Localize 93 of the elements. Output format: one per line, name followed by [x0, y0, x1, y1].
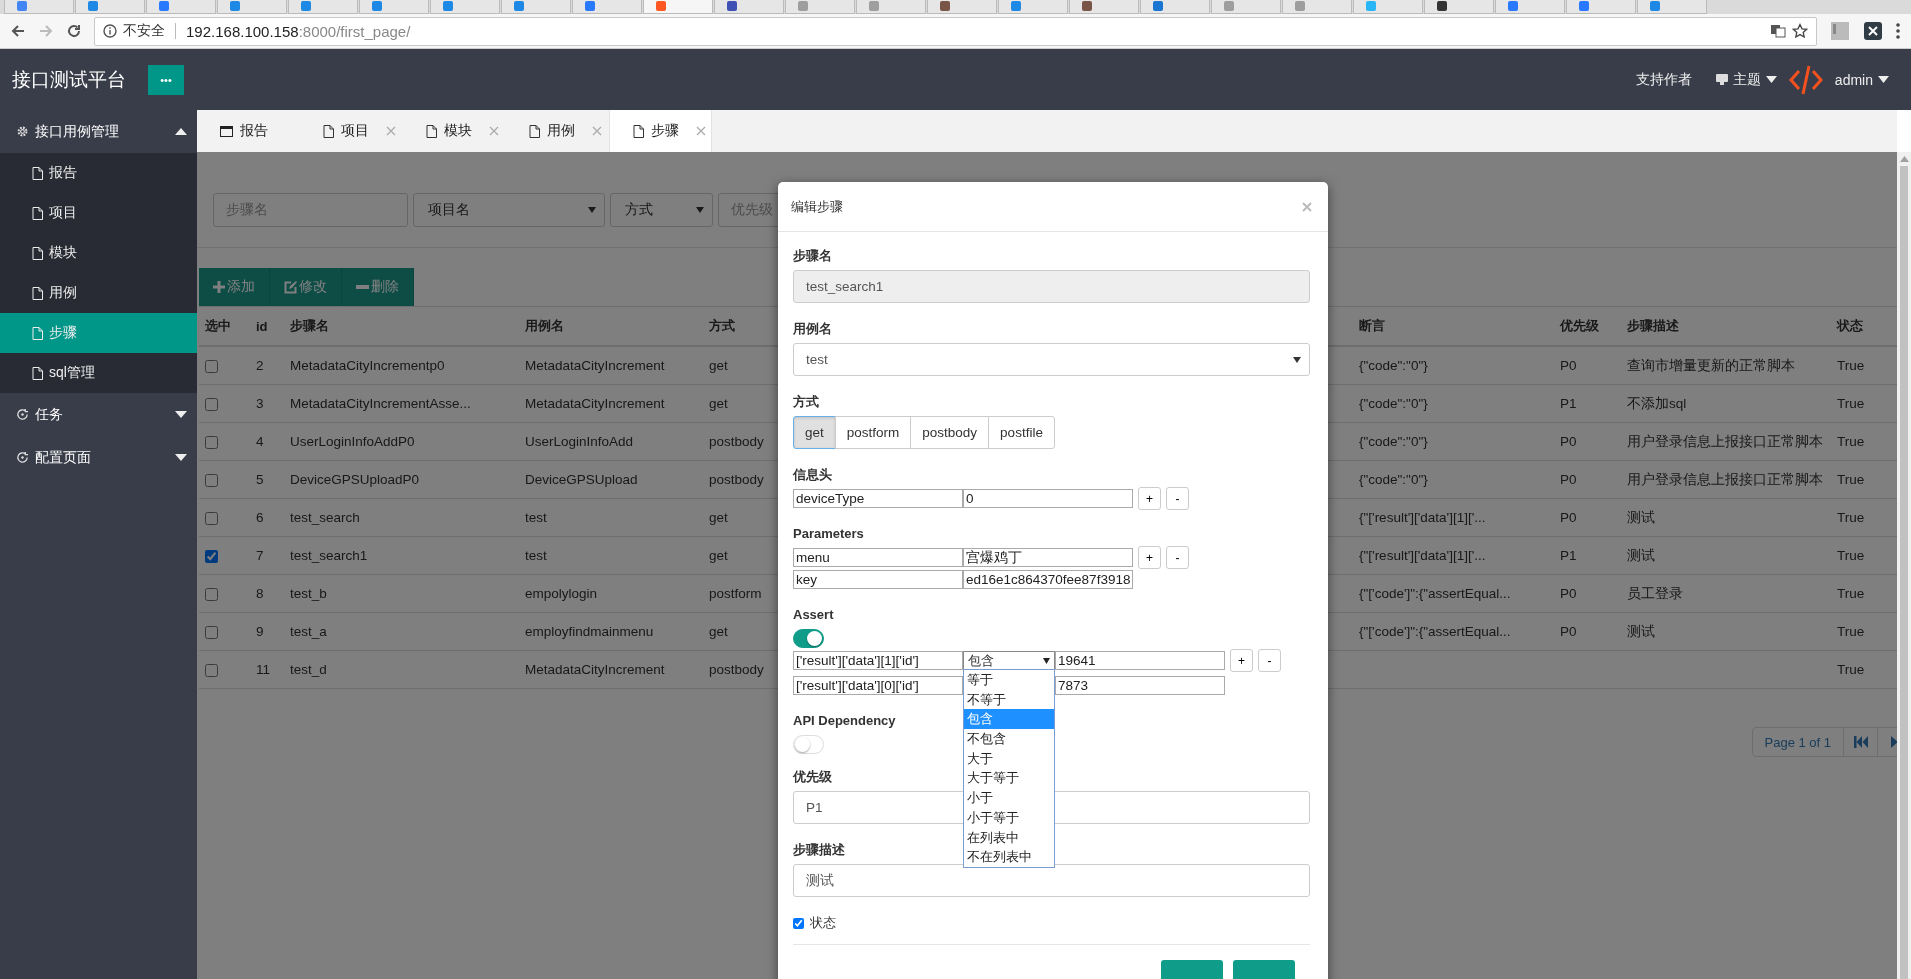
field-label: Assert — [793, 606, 834, 624]
column-header: 步骤名 — [289, 317, 329, 335]
table-cell-text: 6 — [255, 510, 264, 525]
table-cell-text: True — [1836, 472, 1865, 487]
table-cell-text: P0 — [1559, 358, 1577, 373]
table-cell-text: get — [708, 510, 728, 525]
table-cell-text: True — [1836, 434, 1865, 449]
table-cell-text: P0 — [1559, 434, 1577, 449]
table-cell-text: MetadataCityIncrementAsse... — [289, 396, 471, 411]
checkbox-label: 状态 — [810, 914, 836, 932]
url-host: 192.168.100.158 — [186, 22, 299, 40]
table-cell-text: True — [1836, 624, 1865, 639]
field-label: 优先级 — [793, 768, 832, 786]
table-cell-text: get — [708, 624, 728, 639]
table-cell-text: postbody — [708, 472, 764, 487]
table-cell-text: MetadataCityIncrementp0 — [289, 358, 445, 373]
dialog-title: 编辑步骤 — [791, 197, 843, 216]
table-cell-text: test_a — [289, 624, 327, 639]
column-header: 优先级 — [1558, 317, 1599, 335]
table-cell-text: 员工登录 — [1626, 584, 1683, 603]
column-header: id — [255, 318, 268, 334]
column-header: 方式 — [708, 317, 735, 335]
column-header: 断言 — [1358, 317, 1385, 335]
column-header: 用例名 — [524, 317, 564, 335]
table-cell-text: P0 — [1559, 472, 1577, 487]
field-label: Parameters — [793, 525, 864, 543]
table-cell-text: {"code":"0"} — [1358, 396, 1428, 411]
table-cell-text: 不添加sql — [1626, 394, 1687, 413]
table-cell-text: test_search — [289, 510, 360, 525]
table-cell-text: UserLoginInfoAdd — [524, 434, 634, 449]
table-cell-text: P1 — [1559, 548, 1577, 563]
table-cell-text: {"code":"0"} — [1358, 472, 1428, 487]
field-label: 步骤名 — [793, 247, 832, 265]
table-cell-text: postform — [708, 586, 762, 601]
table-cell-text: 9 — [255, 624, 264, 639]
table-cell-text: UserLoginInfoAddP0 — [289, 434, 415, 449]
table-cell-text: test_b — [289, 586, 327, 601]
table-cell-text: True — [1836, 662, 1865, 677]
table-cell-text: True — [1836, 586, 1865, 601]
table-cell-text: {"['code']":{"assertEqual... — [1358, 624, 1511, 639]
table-cell-text: P0 — [1559, 586, 1577, 601]
table-cell-text: True — [1836, 358, 1865, 373]
table-cell-text: get — [708, 396, 728, 411]
table-cell-text: P1 — [1559, 396, 1577, 411]
table-cell-text: test — [524, 510, 547, 525]
table-cell-text: 4 — [255, 434, 264, 449]
table-cell-text: DeviceGPSUploadP0 — [289, 472, 420, 487]
table-cell-text: True — [1836, 510, 1865, 525]
table-cell-text: {"code":"0"} — [1358, 358, 1428, 373]
table-cell-text: {"['code']":{"assertEqual... — [1358, 586, 1511, 601]
table-cell-text: get — [708, 358, 728, 373]
table-cell-text: {"code":"0"} — [1358, 434, 1428, 449]
table-cell-text: {"['result']['data'][1]['... — [1358, 548, 1486, 563]
table-cell-text: True — [1836, 396, 1865, 411]
table-cell-text: 7 — [255, 548, 264, 563]
table-cell-text: postbody — [708, 662, 764, 677]
table-cell-text: test_d — [289, 662, 327, 677]
table-cell-text: test — [524, 548, 547, 563]
field-label: 用例名 — [793, 320, 832, 338]
field-label: 方式 — [793, 393, 819, 411]
table-cell-text: DeviceGPSUpload — [524, 472, 638, 487]
table-cell-text: 查询市增量更新的正常脚本 — [1626, 356, 1795, 375]
table-cell-text: empolylogin — [524, 586, 598, 601]
table-cell-text: 3 — [255, 396, 264, 411]
column-header: 状态 — [1835, 317, 1863, 335]
table-cell-text: 测试 — [1626, 622, 1655, 641]
security-label: 不安全 — [123, 22, 165, 40]
table-cell-text: 测试 — [1626, 508, 1655, 527]
table-cell-text: 用户登录信息上报接口正常脚本 — [1626, 470, 1823, 489]
app-title: 接口测试平台 — [12, 67, 126, 92]
table-cell-text: 2 — [255, 358, 264, 373]
table-cell-text: test_search1 — [289, 548, 368, 563]
table-cell-text: MetadataCityIncrement — [524, 662, 665, 677]
table-cell-text: employfindmainmenu — [524, 624, 654, 639]
table-cell-text: 8 — [255, 586, 264, 601]
table-cell-text: MetadataCityIncrement — [524, 358, 665, 373]
table-cell-text: postbody — [708, 434, 764, 449]
column-header: 选中 — [204, 317, 231, 335]
field-label: 信息头 — [793, 466, 832, 484]
table-cell-text: P0 — [1559, 510, 1577, 525]
field-label: API Dependency — [793, 712, 896, 730]
table-cell-text: 5 — [255, 472, 264, 487]
field-label: 步骤描述 — [793, 841, 845, 859]
table-cell-text: get — [708, 548, 728, 563]
url-path: :8000/first_page/ — [298, 22, 411, 40]
table-cell-text: 测试 — [1626, 546, 1655, 565]
table-cell-text: 用户登录信息上报接口正常脚本 — [1626, 432, 1823, 451]
table-cell-text: P0 — [1559, 624, 1577, 639]
table-cell-text: {"['result']['data'][1]['... — [1358, 510, 1486, 525]
table-cell-text: 11 — [255, 662, 270, 677]
table-cell-text: True — [1836, 548, 1865, 563]
column-header: 步骤描述 — [1626, 317, 1679, 335]
table-cell-text: MetadataCityIncrement — [524, 396, 665, 411]
